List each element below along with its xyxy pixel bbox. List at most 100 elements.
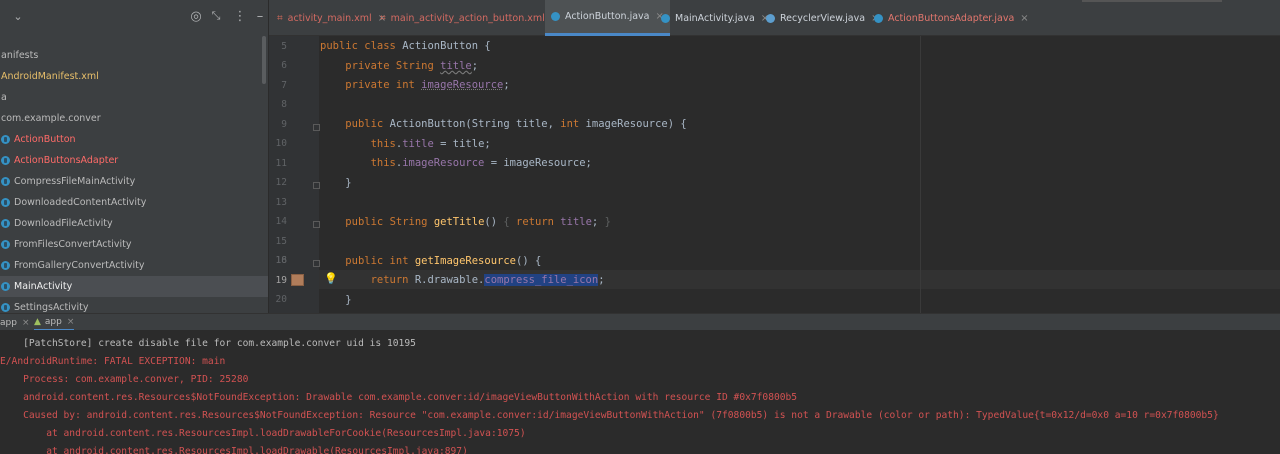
tab-main-activity-java[interactable]: MainActivity.java × [661, 0, 769, 36]
project-sidebar: ⌄ ◎ ⤡ ⋮ – anifests AndroidManifest.xml a… [0, 0, 268, 313]
more-icon[interactable]: ⋮ [230, 6, 250, 26]
expand-icon[interactable]: ⌄ [8, 6, 28, 26]
field: title [402, 138, 434, 150]
keyword: return [516, 216, 561, 228]
fold-toggle-icon[interactable] [313, 260, 320, 267]
tree-item-action-buttons-adapter[interactable]: ActionButtonsAdapter [0, 150, 268, 171]
image-preview-icon[interactable] [291, 274, 304, 286]
keyword: this [370, 157, 396, 169]
log-line-error: Caused by: android.content.res.Resources… [0, 410, 1219, 421]
punct: ; [591, 216, 605, 228]
class-icon [1, 219, 10, 228]
tree-item-label: FromFilesConvertActivity [14, 239, 132, 250]
tree-item-label: AndroidManifest.xml [1, 71, 99, 82]
tree-item-manifests[interactable]: anifests [0, 45, 268, 66]
log-line: [PatchStore] create disable file for com… [0, 338, 416, 349]
punct: () { [516, 255, 542, 267]
fold-toggle-icon[interactable] [313, 124, 320, 131]
tab-label: main_activity_action_button.xml [390, 12, 545, 24]
java-class-icon [874, 13, 883, 23]
class-icon [1, 240, 10, 249]
hide-icon[interactable]: – [250, 6, 268, 26]
fold-brace: { [503, 216, 517, 228]
keyword: this [370, 138, 396, 150]
punct: ; [471, 60, 479, 72]
tree-item-from-gallery[interactable]: FromGalleryConvertActivity [0, 255, 268, 276]
punct: () [484, 216, 504, 228]
line-number: 11 [275, 158, 287, 169]
log-line-error: android.content.res.Resources$NotFoundEx… [0, 392, 798, 403]
run-tab-app-2[interactable]: ▲ app × [34, 314, 75, 331]
fold-toggle-icon[interactable] [313, 182, 320, 189]
tab-action-buttons-adapter-java[interactable]: ActionButtonsAdapter.java × [874, 0, 1029, 36]
expression: R.drawable. [414, 274, 485, 286]
log-line-error: at android.content.res.ResourcesImpl.loa… [0, 428, 526, 439]
line-gutter [269, 36, 315, 313]
tree-item-label: CompressFileMainActivity [14, 176, 136, 187]
tree-item-android-manifest[interactable]: AndroidManifest.xml [0, 66, 268, 87]
code-line-16: public int getImageResource() { [320, 255, 541, 267]
close-icon[interactable]: × [67, 317, 75, 327]
right-margin-guide [920, 36, 921, 313]
code-line-9: public ActionButton(String title, int im… [320, 118, 686, 130]
line-number: 10 [275, 138, 287, 149]
code-line-11: this.imageResource = imageResource; [320, 157, 592, 169]
line-number: 13 [275, 197, 287, 208]
line-number: 9 [281, 119, 287, 130]
keyword: public [345, 216, 390, 228]
xml-file-icon: ⌗ [277, 12, 283, 24]
logcat-console[interactable]: [PatchStore] create disable file for com… [0, 330, 1280, 454]
tree-item-package[interactable]: com.example.conver [0, 108, 268, 129]
tree-item-action-button[interactable]: ActionButton [0, 129, 268, 150]
tree-item-from-files[interactable]: FromFilesConvertActivity [0, 234, 268, 255]
close-icon[interactable]: × [1020, 13, 1028, 24]
brace: } [345, 294, 352, 306]
run-tab-label: app [44, 316, 62, 327]
run-tab-app-1[interactable]: app × [0, 314, 30, 331]
method-name: getImageResource [414, 255, 516, 267]
keyword: int [560, 118, 586, 130]
keyword: private [345, 60, 396, 72]
punct: ; [503, 79, 510, 91]
tree-item-java[interactable]: a [0, 87, 268, 108]
keyword: private int [345, 79, 422, 91]
constructor-name: ActionButton [389, 118, 466, 130]
line-number: 14 [275, 216, 287, 227]
target-icon[interactable]: ◎ [186, 6, 206, 26]
tree-item-label: ActionButtonsAdapter [14, 155, 119, 166]
code-line-18: } [320, 294, 352, 306]
tree-item-label: com.example.conver [1, 113, 101, 124]
tab-recycler-view-java[interactable]: RecyclerView.java × [766, 0, 879, 36]
tree-item-downloaded-content[interactable]: DownloadedContentActivity [0, 192, 268, 213]
tab-label: activity_main.xml [287, 12, 372, 24]
code-line-14: public String getTitle() { return title;… [320, 216, 611, 228]
android-icon: ▲ [34, 316, 41, 327]
tree-item-main-activity[interactable]: MainActivity [0, 276, 268, 297]
close-icon[interactable]: × [22, 318, 30, 328]
tree-item-download-file[interactable]: DownloadFileActivity [0, 213, 268, 234]
collapse-icon[interactable]: ⤡ [206, 6, 226, 26]
code-line-10: this.title = title; [320, 138, 491, 150]
code-line-5: public class ActionButton { [320, 40, 491, 52]
field: imageResource [402, 157, 485, 169]
fold-toggle-icon[interactable] [313, 221, 320, 228]
tree-item-settings[interactable]: SettingsActivity [0, 297, 268, 313]
tree-item-label: ActionButton [14, 134, 76, 145]
tree-item-compress-file[interactable]: CompressFileMainActivity [0, 171, 268, 192]
tab-main-activity-action-button[interactable]: ⌗ main_activity_action_button.xml × [380, 0, 559, 36]
run-tab-label: app [0, 317, 17, 328]
selected-identifier[interactable]: compress_file_icon [484, 274, 599, 286]
code-editor[interactable]: 5 6 7 8 9 10 11 12 13 14 15 16 18 19 20 … [269, 36, 1280, 313]
code-line-17: return R.drawable.compress_file_icon; [320, 274, 605, 286]
tab-action-button-java[interactable]: ActionButton.java × [545, 0, 670, 36]
line-number: 18 [275, 255, 287, 266]
tab-activity-main[interactable]: ⌗ activity_main.xml × [277, 0, 386, 36]
keyword: return [370, 274, 415, 286]
keyword: public [345, 118, 390, 130]
line-number: 15 [275, 236, 287, 247]
tab-label: RecyclerView.java [780, 12, 866, 24]
java-class-icon [661, 13, 670, 23]
tab-label: MainActivity.java [675, 12, 755, 24]
field: imageResource [421, 79, 504, 91]
run-panel-tabs: app × ▲ app × [0, 313, 1280, 331]
